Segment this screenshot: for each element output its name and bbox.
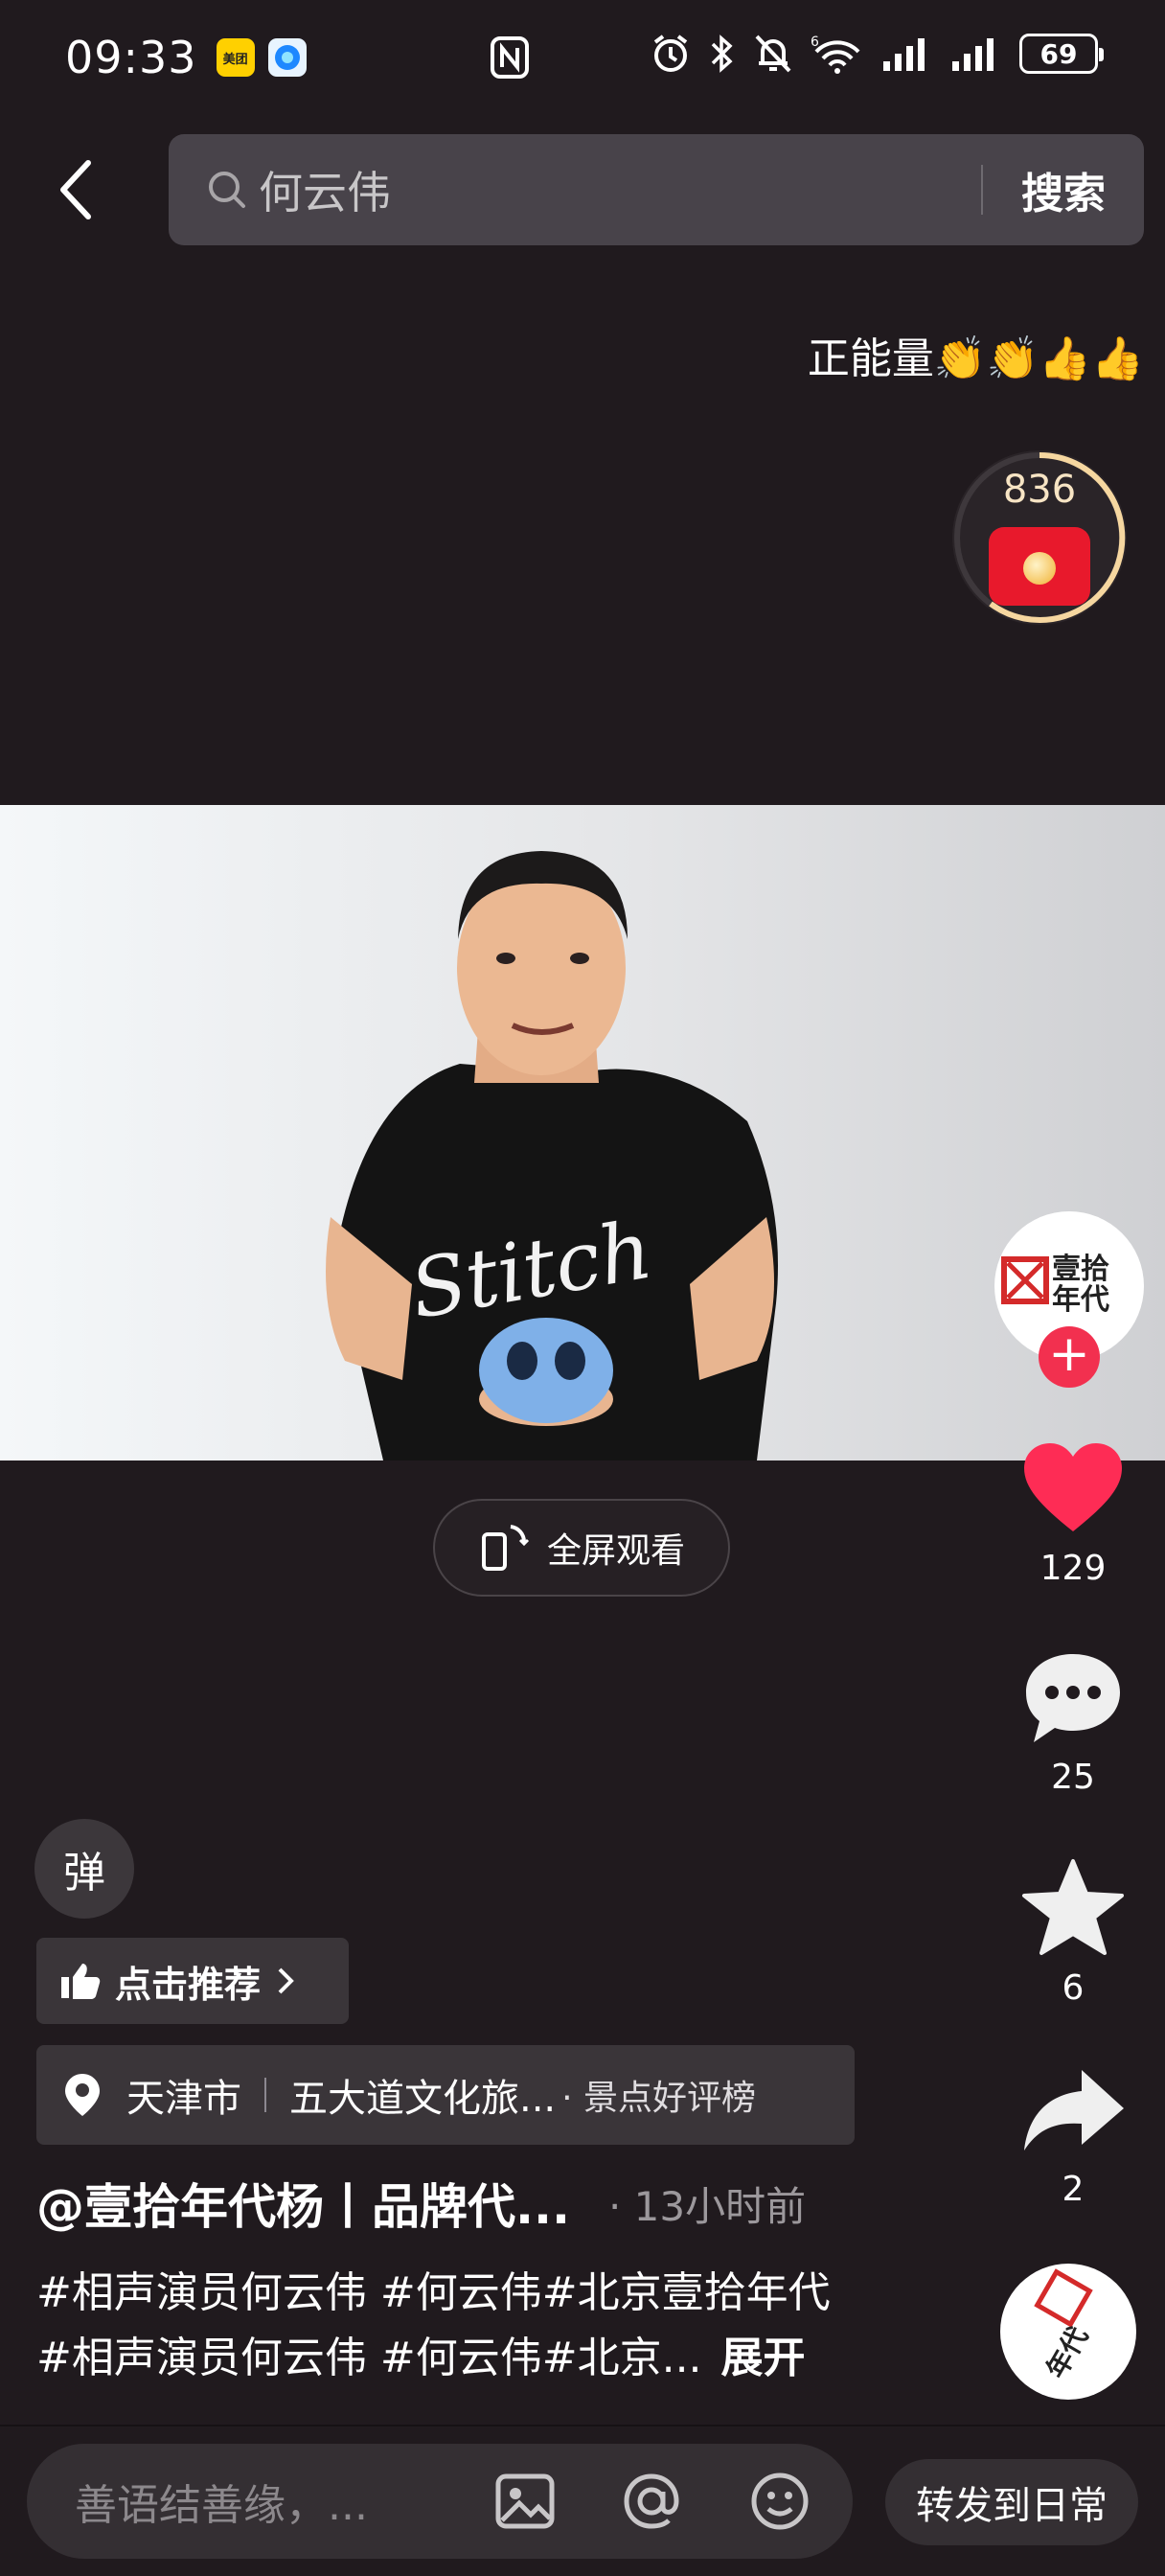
alarm-icon xyxy=(653,34,688,72)
mute-icon xyxy=(755,34,791,73)
svg-text:年代: 年代 xyxy=(1052,1283,1109,1317)
share-count: 2 xyxy=(1062,2170,1085,2209)
bottom-bar: 善语结善缘，... 转发到日常 xyxy=(0,2425,1165,2576)
location-divider xyxy=(264,2078,266,2112)
share-arrow-icon xyxy=(1024,2070,1124,2150)
red-packet-icon xyxy=(989,527,1090,606)
comment-input[interactable]: 善语结善缘，... xyxy=(27,2444,853,2559)
like-count: 129 xyxy=(1039,1549,1107,1588)
svg-text:年代: 年代 xyxy=(1040,2321,1095,2383)
danmaku-toggle[interactable]: 弹 xyxy=(34,1819,134,1919)
location-rank: · 景点好评榜 xyxy=(561,2079,757,2118)
search-input[interactable]: 何云伟 xyxy=(259,158,981,221)
search-bar[interactable]: 何云伟 搜索 xyxy=(169,134,1144,245)
video-player[interactable]: Stitch xyxy=(0,805,1165,1460)
follow-button[interactable]: + xyxy=(1039,1326,1100,1388)
wifi-icon: 6 xyxy=(811,34,860,74)
favorite-button[interactable]: 6 xyxy=(1006,1857,1140,2008)
author-name[interactable]: @壹拾年代杨丨品牌代... xyxy=(36,2169,570,2238)
svg-text:壹拾: 壹拾 xyxy=(1052,1253,1109,1286)
red-packet-count: 836 xyxy=(1002,468,1077,512)
recommend-label: 点击推荐 xyxy=(115,1963,262,2006)
battery-indicator: 69 xyxy=(1019,34,1104,74)
nfc-icon xyxy=(489,36,531,82)
location-tag[interactable]: 天津市 五大道文化旅... · 景点好评榜 xyxy=(36,2045,855,2145)
status-icons: 6 69 xyxy=(650,33,1104,75)
status-time: 09:33 xyxy=(65,32,197,83)
author-line: @壹拾年代杨丨品牌代... · 13小时前 xyxy=(36,2170,899,2237)
share-button[interactable]: 2 xyxy=(1006,2066,1140,2209)
favorite-count: 6 xyxy=(1062,1968,1085,2008)
meituan-app-icon: 美团 xyxy=(216,38,255,77)
network-badge: 6 xyxy=(811,34,819,50)
post-time: · 13小时前 xyxy=(607,2182,807,2230)
comment-icon xyxy=(1026,1654,1120,1742)
chevron-left-icon xyxy=(60,160,91,219)
red-packet-widget[interactable]: 836 xyxy=(952,450,1127,625)
mention-icon[interactable] xyxy=(619,2469,684,2534)
danmaku-label: 弹 xyxy=(63,1849,105,1898)
description-line-2: #相声演员何云伟 #何云伟#北京... 展开 xyxy=(36,2323,806,2384)
like-button[interactable]: 129 xyxy=(1006,1441,1140,1588)
search-button[interactable]: 搜索 xyxy=(1021,159,1106,220)
description-line-1[interactable]: #相声演员何云伟 #何云伟#北京壹拾年代 xyxy=(36,2258,831,2319)
recommend-button[interactable]: 点击推荐 xyxy=(36,1938,349,2024)
search-divider xyxy=(981,165,983,215)
star-icon xyxy=(1022,1859,1124,1955)
location-spot: 五大道文化旅... xyxy=(289,2077,557,2121)
fullscreen-button[interactable]: 全屏观看 xyxy=(433,1499,730,1597)
thumbs-up-icon xyxy=(61,1964,101,1999)
heart-icon xyxy=(1024,1443,1122,1531)
video-caption: 正能量👏👏👍👍 xyxy=(807,334,1144,383)
location-city: 天津市 xyxy=(126,2077,241,2121)
back-button[interactable] xyxy=(50,153,107,226)
share-to-daily-button[interactable]: 转发到日常 xyxy=(885,2459,1138,2545)
search-icon xyxy=(209,172,245,208)
music-disc-logo: 年代 xyxy=(1034,2268,1095,2383)
expand-button[interactable]: 展开 xyxy=(721,2334,806,2382)
chevron-right-icon xyxy=(278,1967,294,1994)
signal-icon-1 xyxy=(883,38,925,71)
music-disc[interactable]: 年代 xyxy=(1000,2264,1136,2400)
location-pin-icon xyxy=(65,2074,100,2116)
image-icon[interactable] xyxy=(492,2469,558,2534)
description-hashtags[interactable]: #相声演员何云伟 #何云伟#北京... xyxy=(36,2334,702,2382)
comment-count: 25 xyxy=(1051,1758,1095,1797)
fullscreen-label: 全屏观看 xyxy=(546,1531,685,1571)
browser-app-icon xyxy=(267,38,307,77)
video-frame-image: Stitch xyxy=(326,851,778,1460)
comment-placeholder: 善语结善缘，... xyxy=(75,2481,368,2530)
rotate-screen-icon xyxy=(481,1525,530,1571)
bluetooth-icon xyxy=(711,34,733,73)
signal-icon-2 xyxy=(952,38,994,71)
comment-button[interactable]: 25 xyxy=(1006,1650,1140,1797)
red-packet-knob xyxy=(1023,552,1056,585)
emoji-icon[interactable] xyxy=(747,2469,812,2534)
